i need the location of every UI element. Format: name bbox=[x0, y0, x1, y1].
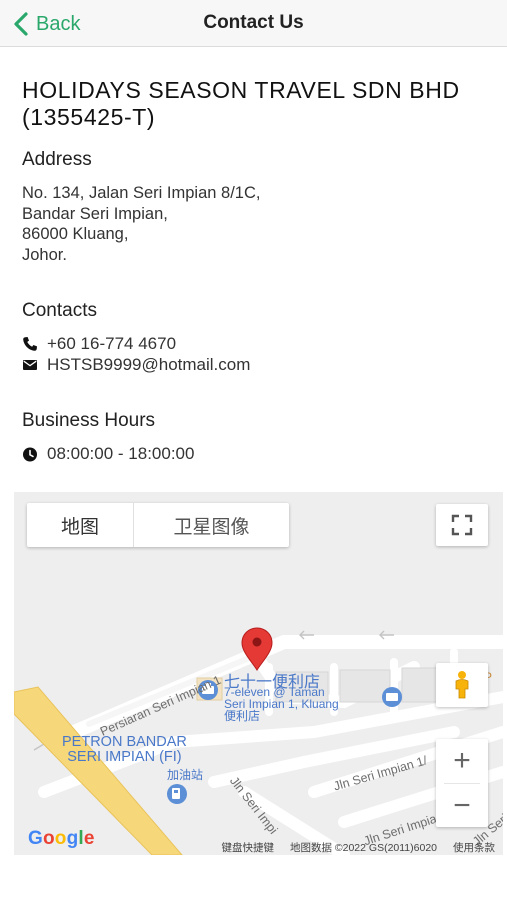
company-name: HOLIDAYS SEASON TRAVEL SDN BHD (1355425-… bbox=[22, 77, 460, 130]
address-line: Bandar Seri Impian, bbox=[22, 204, 168, 223]
poi-petron-label[interactable]: PETRON BANDAR SERI IMPIAN (FI) bbox=[62, 735, 187, 765]
nav-bar: Back Contact Us bbox=[0, 0, 507, 47]
poi-7eleven-detail-line: 便利店 bbox=[224, 709, 261, 723]
poi-petron-line: SERI IMPIAN (FI) bbox=[67, 749, 182, 765]
zoom-out-button[interactable]: − bbox=[436, 784, 488, 828]
hours-row: 08:00:00 - 18:00:00 bbox=[22, 444, 194, 464]
poi-petron-category: 加油站 bbox=[167, 768, 204, 782]
map-data-credit: 地图数据 ©2022 GS(2011)6020 bbox=[289, 842, 437, 854]
email-address[interactable]: HSTSB9999@hotmail.com bbox=[47, 355, 250, 375]
phone-row[interactable]: +60 16-774 4670 bbox=[22, 334, 176, 354]
street-view-button[interactable] bbox=[436, 663, 488, 707]
zoom-controls: + − bbox=[436, 739, 488, 827]
address-line: No. 134, Jalan Seri Impian 8/1C, bbox=[22, 184, 261, 202]
map-view[interactable]: 地图 卫星图像 七十一便利店 7-eleven @ Taman Seri Imp… bbox=[14, 492, 503, 855]
mail-icon bbox=[22, 357, 41, 373]
map-type-tabs: 地图 卫星图像 bbox=[27, 503, 289, 547]
poi-petron-line: PETRON BANDAR bbox=[62, 734, 187, 750]
contacts-heading: Contacts bbox=[22, 300, 97, 321]
tab-satellite[interactable]: 卫星图像 bbox=[134, 503, 289, 547]
fullscreen-icon bbox=[451, 514, 473, 536]
email-row[interactable]: HSTSB9999@hotmail.com bbox=[22, 355, 250, 375]
business-hours-heading: Business Hours bbox=[22, 410, 156, 431]
pegman-icon bbox=[455, 671, 469, 699]
poi-7eleven-detail[interactable]: 7-eleven @ Taman Seri Impian 1, Kluang 便… bbox=[224, 686, 339, 722]
fullscreen-button[interactable] bbox=[436, 504, 488, 546]
clock-icon bbox=[22, 446, 41, 462]
zoom-in-button[interactable]: + bbox=[436, 739, 488, 783]
address-block: No. 134, Jalan Seri Impian 8/1C, Bandar … bbox=[22, 183, 260, 265]
address-line: Johor. bbox=[22, 245, 67, 264]
page-title: Contact Us bbox=[203, 12, 304, 33]
phone-number[interactable]: +60 16-774 4670 bbox=[47, 334, 176, 354]
address-heading: Address bbox=[22, 149, 92, 170]
keyboard-shortcuts-link[interactable]: 键盘快捷键 bbox=[221, 840, 274, 855]
map-attribution: 键盘快捷键 地图数据 ©2022 GS(2011)6020 使用条款 bbox=[221, 840, 495, 855]
terms-link[interactable]: 使用条款 bbox=[453, 840, 495, 855]
google-logo[interactable]: Google bbox=[28, 828, 95, 850]
phone-icon bbox=[22, 336, 41, 352]
business-hours-value: 08:00:00 - 18:00:00 bbox=[47, 444, 195, 463]
tab-map[interactable]: 地图 bbox=[27, 503, 134, 547]
address-line: 86000 Kluang, bbox=[22, 225, 129, 243]
